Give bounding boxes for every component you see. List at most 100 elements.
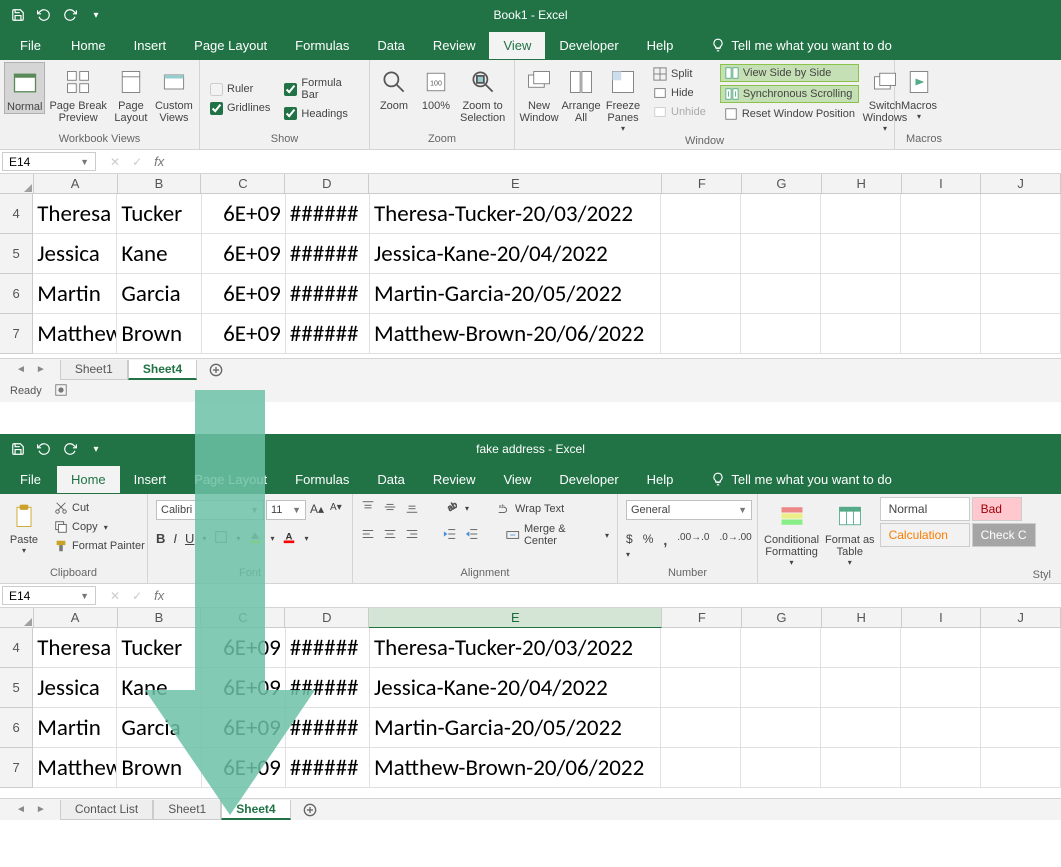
row-header[interactable]: 5 (0, 234, 33, 274)
bold-button[interactable]: B (156, 531, 165, 546)
cell[interactable]: Brown (117, 748, 201, 788)
cell[interactable] (741, 274, 821, 314)
format-painter-button[interactable]: Format Painter (50, 538, 149, 554)
save-icon[interactable] (8, 5, 28, 25)
fx-icon[interactable]: fx (154, 154, 164, 169)
menu-data[interactable]: Data (363, 32, 418, 59)
qat-dropdown-icon[interactable]: ▾ (86, 439, 106, 459)
sheet-nav-prev-icon[interactable]: ◄ (16, 364, 26, 375)
style-normal[interactable]: Normal (880, 497, 970, 521)
font-size-combo[interactable]: 11▼ (266, 500, 306, 520)
synchronous-scrolling-button[interactable]: Synchronous Scrolling (720, 85, 859, 103)
tell-me[interactable]: Tell me what you want to do (697, 466, 905, 493)
cell[interactable] (661, 628, 741, 668)
cell[interactable] (741, 708, 821, 748)
cell[interactable] (741, 668, 821, 708)
cell[interactable]: Matthew-Brown-20/06/2022 (370, 314, 661, 354)
cell[interactable]: Jessica-Kane-20/04/2022 (370, 668, 661, 708)
cell[interactable]: Jessica (33, 234, 117, 274)
column-header-B[interactable]: B (118, 608, 202, 628)
comma-icon[interactable]: , (663, 532, 667, 560)
column-header-G[interactable]: G (742, 608, 822, 628)
select-all-corner[interactable] (0, 174, 34, 194)
cell[interactable] (901, 274, 981, 314)
zoom-selection-button[interactable]: Zoom to Selection (458, 62, 507, 124)
style-check-cell[interactable]: Check C (972, 523, 1036, 547)
cell[interactable]: Martin-Garcia-20/05/2022 (370, 708, 661, 748)
row-header[interactable]: 7 (0, 314, 33, 354)
cell[interactable] (981, 274, 1061, 314)
cell[interactable]: Theresa (33, 194, 117, 234)
grid-top[interactable]: ABCDEFGHIJ 4TheresaTucker6E+09######Ther… (0, 174, 1061, 358)
copy-button[interactable]: Copy▾ (50, 519, 149, 535)
menu-help[interactable]: Help (633, 466, 688, 493)
cell[interactable] (981, 314, 1061, 354)
font-color-button[interactable]: A (282, 530, 296, 547)
menu-help[interactable]: Help (633, 32, 688, 59)
undo-icon[interactable] (34, 439, 54, 459)
decrease-indent-icon[interactable] (443, 527, 457, 544)
cell[interactable] (821, 274, 901, 314)
row-header[interactable]: 4 (0, 628, 33, 668)
cell[interactable] (821, 748, 901, 788)
column-header-E[interactable]: E (369, 608, 662, 628)
row-header[interactable]: 5 (0, 668, 33, 708)
currency-icon[interactable]: $ ▾ (626, 532, 633, 560)
menu-formulas[interactable]: Formulas (281, 32, 363, 59)
cell[interactable]: Garcia (117, 708, 201, 748)
column-header-C[interactable]: C (201, 608, 285, 628)
cell[interactable]: Theresa-Tucker-20/03/2022 (370, 628, 661, 668)
column-header-D[interactable]: D (285, 608, 369, 628)
column-header-H[interactable]: H (822, 174, 902, 194)
row-header[interactable]: 4 (0, 194, 33, 234)
cell[interactable] (661, 668, 741, 708)
formula-input[interactable] (176, 584, 1061, 607)
sheet-tab[interactable]: Sheet1 (153, 800, 221, 820)
row-header[interactable]: 7 (0, 748, 33, 788)
cell[interactable]: Theresa (33, 628, 117, 668)
number-format-combo[interactable]: General▼ (626, 500, 752, 520)
cell[interactable]: 6E+09 (202, 194, 286, 234)
increase-decimal-icon[interactable]: .00→.0 (677, 532, 709, 560)
macro-record-icon[interactable] (54, 383, 68, 400)
menu-review[interactable]: Review (419, 32, 490, 59)
formula-bar-checkbox[interactable]: Formula Bar (284, 77, 359, 101)
cell[interactable]: ###### (286, 748, 370, 788)
cell[interactable] (661, 274, 741, 314)
cell[interactable]: Tucker (117, 194, 201, 234)
normal-view-button[interactable]: Normal (4, 62, 45, 114)
cancel-icon[interactable]: ✕ (110, 155, 120, 169)
column-header-H[interactable]: H (822, 608, 902, 628)
headings-checkbox[interactable]: Headings (284, 107, 359, 120)
cell[interactable] (901, 234, 981, 274)
column-header-C[interactable]: C (201, 174, 285, 194)
formula-input[interactable] (176, 150, 1061, 173)
paste-button[interactable]: Paste▾ (4, 496, 44, 555)
border-button[interactable] (214, 530, 228, 547)
menu-formulas[interactable]: Formulas (281, 466, 363, 493)
custom-views-button[interactable]: Custom Views (153, 62, 195, 124)
cell[interactable] (661, 314, 741, 354)
cell[interactable]: Matthew-Brown-20/06/2022 (370, 748, 661, 788)
cell[interactable] (741, 628, 821, 668)
unhide-button[interactable]: Unhide (649, 104, 710, 120)
increase-font-icon[interactable]: A▴ (308, 500, 326, 520)
italic-button[interactable]: I (173, 531, 177, 546)
save-icon[interactable] (8, 439, 28, 459)
cell[interactable]: 6E+09 (202, 668, 286, 708)
cell[interactable] (901, 314, 981, 354)
cell[interactable] (981, 708, 1061, 748)
cell[interactable] (821, 234, 901, 274)
row-header[interactable]: 6 (0, 708, 33, 748)
cell[interactable]: 6E+09 (202, 274, 286, 314)
column-header-B[interactable]: B (118, 174, 202, 194)
cell[interactable]: Theresa-Tucker-20/03/2022 (370, 194, 661, 234)
cell[interactable]: Matthew (33, 748, 117, 788)
menu-view[interactable]: View (489, 32, 545, 59)
cell[interactable]: 6E+09 (202, 628, 286, 668)
cell[interactable]: Martin-Garcia-20/05/2022 (370, 274, 661, 314)
cell[interactable]: Kane (117, 668, 201, 708)
increase-indent-icon[interactable] (465, 527, 479, 544)
page-break-preview-button[interactable]: Page Break Preview (47, 62, 108, 124)
orientation-icon[interactable]: ab (443, 500, 457, 517)
